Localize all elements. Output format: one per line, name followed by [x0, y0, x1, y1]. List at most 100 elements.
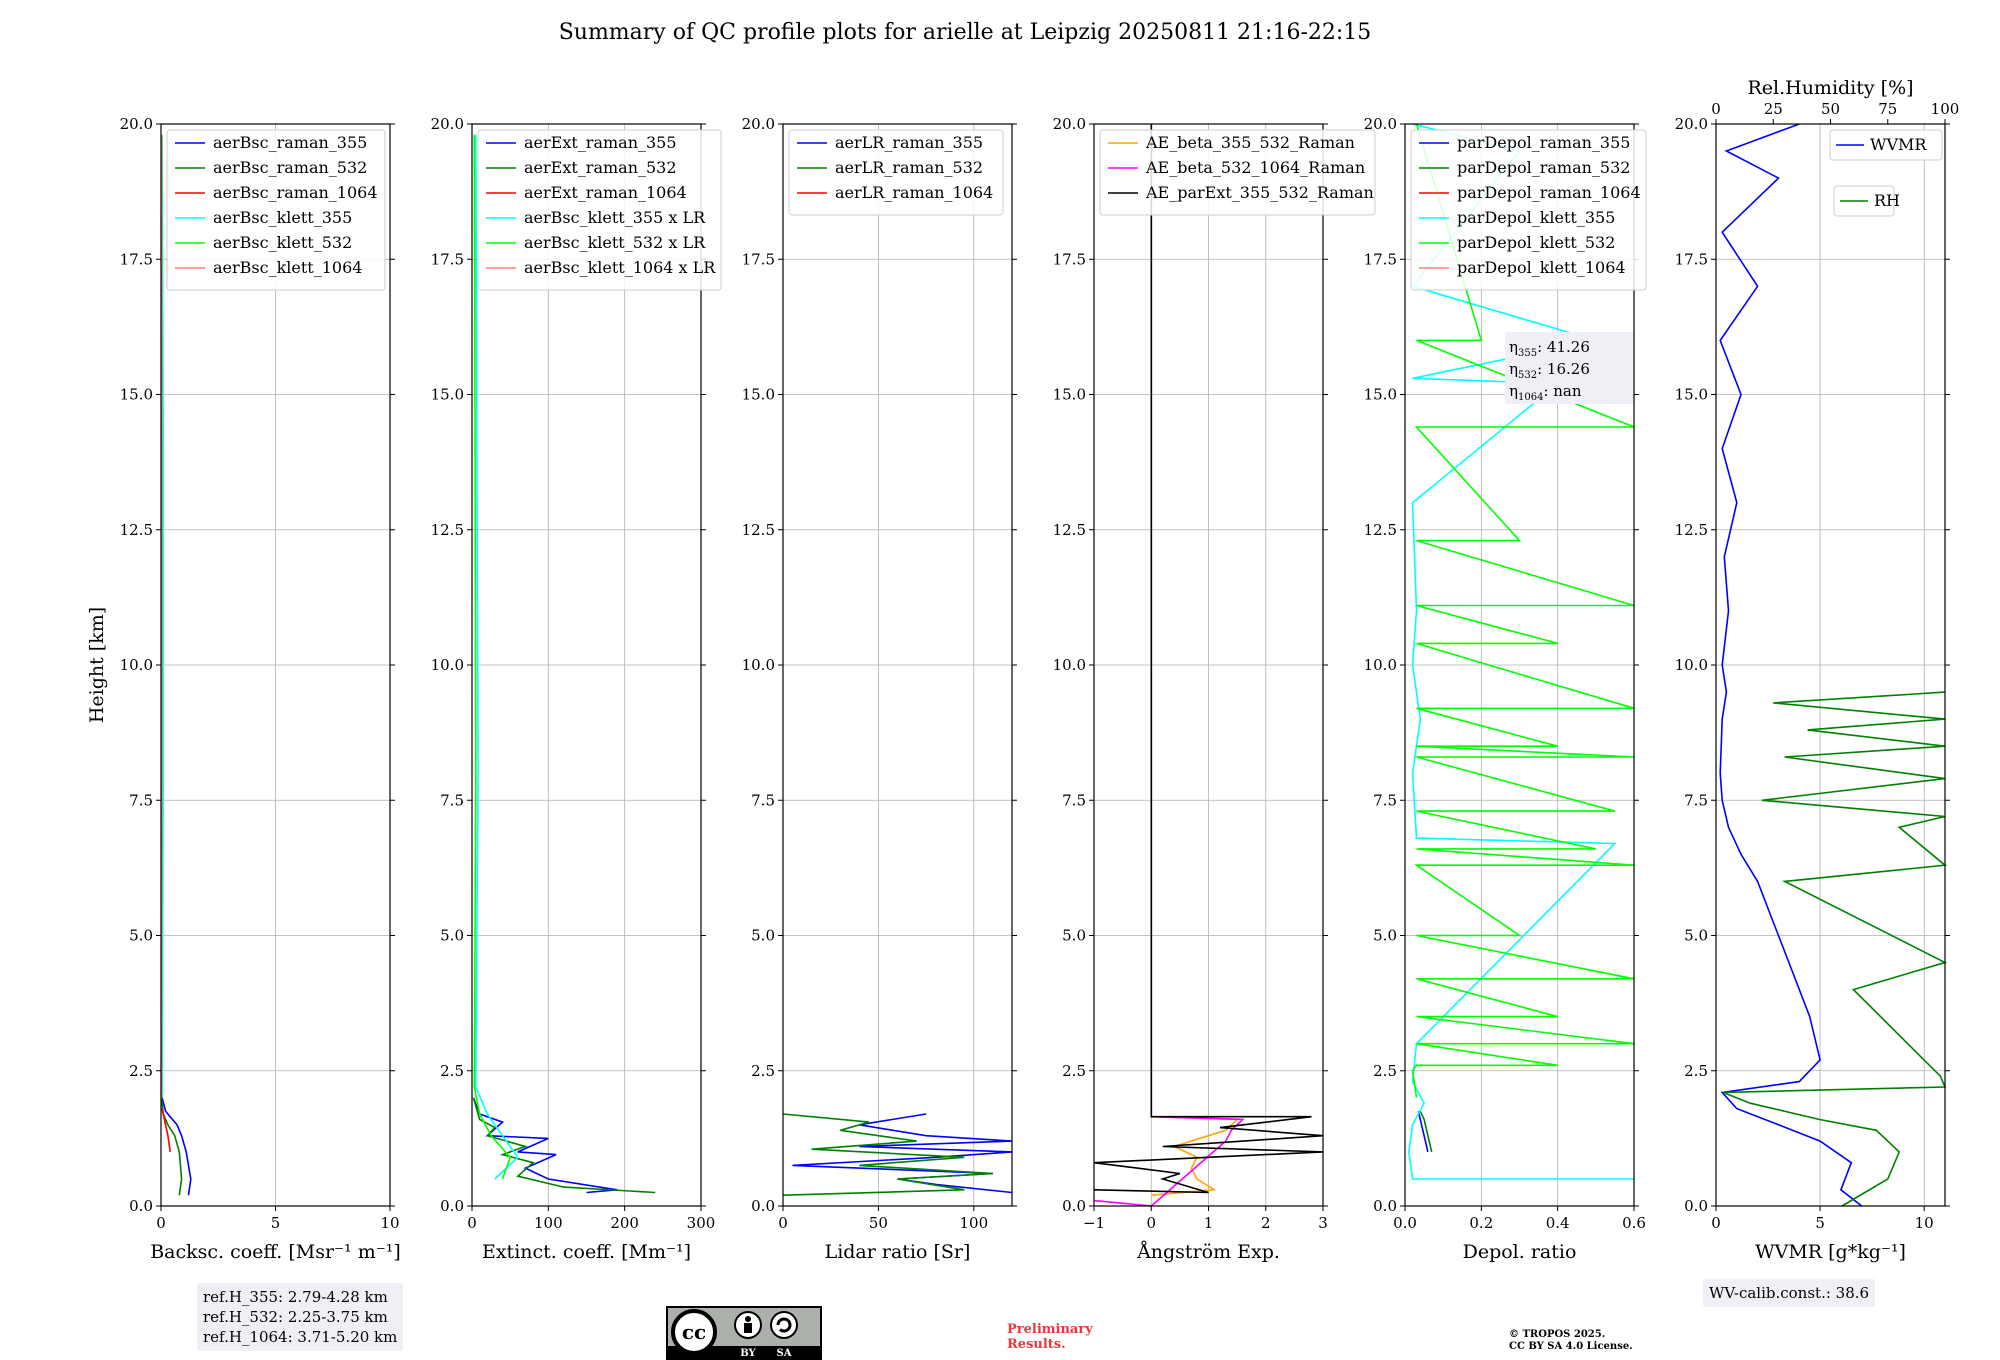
- copyright-line-1: © TROPOS 2025.: [1509, 1329, 1606, 1340]
- x-tick-label: 5: [271, 1214, 281, 1232]
- legend-label: parDepol_klett_532: [1457, 233, 1615, 252]
- y-tick-label: 10.0: [742, 656, 775, 674]
- x-axis-label: Ångström Exp.: [1136, 1241, 1280, 1263]
- y-tick-label: 12.5: [1364, 521, 1397, 539]
- y-tick-label: 17.5: [1675, 250, 1708, 268]
- y-tick-label: 2.5: [1684, 1062, 1708, 1080]
- x-tick-label: 10: [1915, 1214, 1934, 1232]
- legend-label: aerBsc_klett_532 x LR: [524, 233, 706, 252]
- y-tick-label: 12.5: [1675, 521, 1708, 539]
- y-tick-label: 12.5: [431, 521, 464, 539]
- x-tick-label: 200: [610, 1214, 639, 1232]
- y-tick-label: 0.0: [1684, 1197, 1708, 1215]
- legend-label: parDepol_raman_1064: [1457, 183, 1641, 202]
- x2-tick-label: 25: [1764, 100, 1783, 118]
- x-tick-label: 100: [534, 1214, 563, 1232]
- cc-by-label: BY: [740, 1348, 756, 1359]
- x2-axis-label: Rel.Humidity [%]: [1747, 77, 1913, 99]
- y-tick-label: 20.0: [120, 115, 153, 133]
- figure-canvas: 0.02.55.07.510.012.515.017.520.00 5 10Back…: [86, 77, 1960, 1263]
- y-tick-label: 2.5: [129, 1062, 153, 1080]
- x-tick-label: 1: [1204, 1214, 1214, 1232]
- y-tick-label: 7.5: [440, 791, 464, 809]
- y-tick-label: 2.5: [1062, 1062, 1086, 1080]
- y-tick-label: 0.0: [440, 1197, 464, 1215]
- x-tick-label: −1: [1083, 1214, 1105, 1232]
- y-tick-label: 5.0: [440, 927, 464, 945]
- series-line: [1722, 691, 1948, 1207]
- series-line: [161, 1097, 192, 1196]
- y-tick-label: 10.0: [1675, 656, 1708, 674]
- x-tick-label: 0: [1711, 1214, 1721, 1232]
- legend-label: aerLR_raman_355: [835, 133, 983, 152]
- legend-label: aerBsc_klett_532: [213, 233, 352, 252]
- y-tick-label: 5.0: [1373, 927, 1397, 945]
- legend-label: parDepol_klett_1064: [1457, 258, 1626, 277]
- y-tick-label: 17.5: [1364, 250, 1397, 268]
- x-axis-label: Lidar ratio [Sr]: [825, 1241, 971, 1263]
- cc-sa-label: SA: [777, 1348, 792, 1359]
- ref-height-1064: ref.H_1064: 3.71-5.20 km: [203, 1328, 398, 1346]
- preliminary-note: Preliminary Results.: [1007, 1322, 1093, 1352]
- y-axis-label: Height [km]: [86, 607, 108, 723]
- y-tick-label: 15.0: [431, 386, 464, 404]
- legend-label: AE_parExt_355_532_Raman: [1145, 183, 1374, 202]
- x2-tick-label: 100: [1931, 100, 1960, 118]
- y-tick-label: 20.0: [1364, 115, 1397, 133]
- panel-5: 0.0 2.5 5.0 7.5 10.0 12.5 15.0 17.5 20.0 0.0 0.2 0.…: [1364, 115, 1647, 1263]
- x-tick-label: 0.2: [1469, 1214, 1493, 1232]
- x2-tick-label: 50: [1821, 100, 1840, 118]
- legend-label: aerBsc_klett_355: [213, 208, 352, 227]
- y-tick-label: 7.5: [1062, 791, 1086, 809]
- y-tick-label: 17.5: [1053, 250, 1086, 268]
- y-tick-label: 12.5: [120, 521, 153, 539]
- x-tick-label: 0: [1146, 1214, 1156, 1232]
- x-tick-label: 0: [467, 1214, 477, 1232]
- y-tick-label: 20.0: [1675, 115, 1708, 133]
- legend-label: parDepol_raman_355: [1457, 133, 1630, 152]
- by-person-body: [744, 1323, 752, 1333]
- legend-label: parDepol_raman_532: [1457, 158, 1630, 177]
- copyright-note: © TROPOS 2025. CC BY SA 4.0 License.: [1509, 1329, 1633, 1353]
- x-tick-label: 10: [380, 1214, 399, 1232]
- y-tick-label: 5.0: [1684, 927, 1708, 945]
- y-tick-label: 7.5: [1373, 791, 1397, 809]
- panel-3: 0.0 2.5 5.0 7.5 10.0 12.5 15.0 17.5 20.0 0 50 100 Li…: [742, 115, 1017, 1263]
- legend-label: aerBsc_raman_355: [213, 133, 367, 152]
- legend-label: aerLR_raman_1064: [835, 183, 993, 202]
- x-tick-label: 0.0: [1393, 1214, 1417, 1232]
- panel-2: 0.0 2.5 5.0 7.5 10.0 12.5 15.0 17.5 20.0 0 100 200 3…: [431, 115, 722, 1263]
- x-axis-label: Backsc. coeff. [Msr⁻¹ m⁻¹]: [150, 1241, 401, 1263]
- y-tick-label: 15.0: [1364, 386, 1397, 404]
- y-tick-label: 2.5: [751, 1062, 775, 1080]
- series-line: [160, 1097, 183, 1196]
- sa-share-alike-icon: [770, 1311, 798, 1339]
- legend-label: aerLR_raman_532: [835, 158, 983, 177]
- by-person-head: [745, 1316, 751, 1322]
- preliminary-line-1: Preliminary: [1007, 1322, 1093, 1337]
- y-tick-label: 0.0: [751, 1197, 775, 1215]
- y-tick-label: 15.0: [1675, 386, 1708, 404]
- y-tick-label: 10.0: [1364, 656, 1397, 674]
- y-tick-label: 0.0: [1373, 1197, 1397, 1215]
- x-axis-label: WVMR [g*kg⁻¹]: [1755, 1241, 1906, 1263]
- y-tick-label: 7.5: [129, 791, 153, 809]
- y-tick-label: 5.0: [751, 927, 775, 945]
- y-tick-label: 17.5: [120, 250, 153, 268]
- y-tick-label: 5.0: [129, 927, 153, 945]
- preliminary-line-2: Results.: [1007, 1337, 1066, 1352]
- ref-height-532: ref.H_532: 2.25-3.75 km: [203, 1308, 388, 1326]
- x-tick-label: 0.6: [1622, 1214, 1646, 1232]
- y-tick-label: 20.0: [742, 115, 775, 133]
- y-tick-label: 10.0: [431, 656, 464, 674]
- x-tick-label: 5: [1815, 1214, 1825, 1232]
- legend-label: AE_beta_355_532_Raman: [1145, 133, 1355, 152]
- y-tick-label: 15.0: [1053, 386, 1086, 404]
- legend-label: aerBsc_klett_1064 x LR: [524, 258, 716, 277]
- y-tick-label: 5.0: [1062, 927, 1086, 945]
- y-tick-label: 0.0: [129, 1197, 153, 1215]
- x-axis-label: Depol. ratio: [1463, 1241, 1577, 1263]
- copyright-line-2: CC BY SA 4.0 License.: [1509, 1341, 1633, 1352]
- x2-tick-label: 75: [1878, 100, 1897, 118]
- panel-1: 0.0 2.5 5.0 7.5 10.0 12.5 15.0 17.5 20.0 0 5 10 Back…: [120, 115, 401, 1263]
